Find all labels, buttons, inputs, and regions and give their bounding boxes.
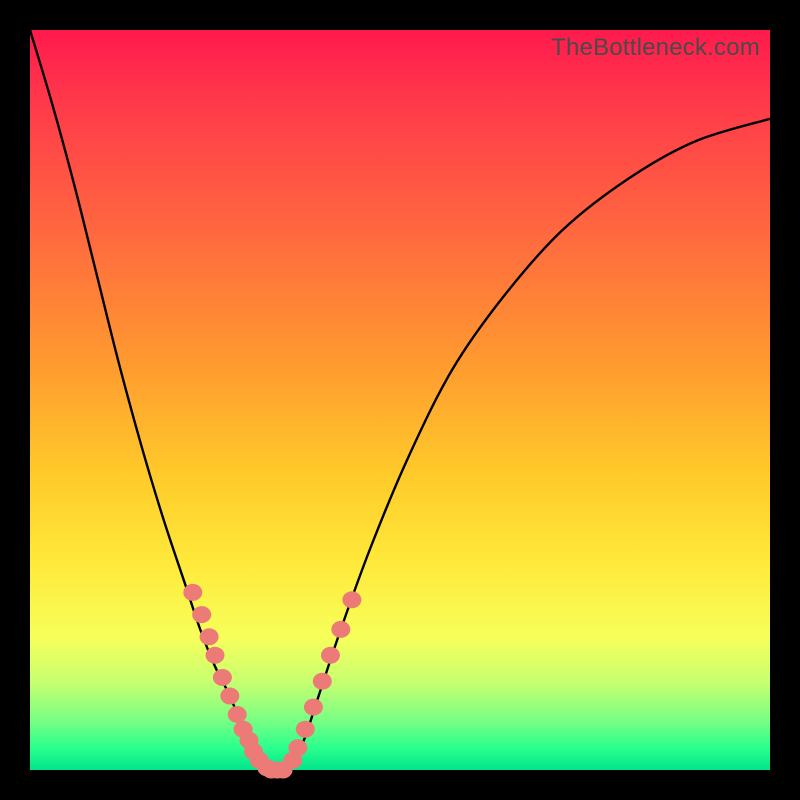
right-curve [289, 119, 770, 770]
bead-marker [304, 699, 323, 716]
bead-marker [220, 688, 239, 705]
bead-marker [331, 621, 350, 638]
bead-marker [313, 673, 332, 690]
bead-marker [192, 606, 211, 623]
bead-marker [321, 647, 340, 664]
bead-marker [296, 721, 315, 738]
chart-svg [30, 30, 770, 770]
bead-group [183, 584, 361, 779]
bead-marker [206, 647, 225, 664]
bead-marker [183, 584, 202, 601]
bead-marker [228, 706, 247, 723]
bead-marker [288, 739, 307, 756]
outer-frame: TheBottleneck.com [0, 0, 800, 800]
bead-marker [200, 628, 219, 645]
plot-area: TheBottleneck.com [30, 30, 770, 770]
bead-marker [213, 669, 232, 686]
bead-marker [342, 591, 361, 608]
left-curve [30, 30, 267, 770]
